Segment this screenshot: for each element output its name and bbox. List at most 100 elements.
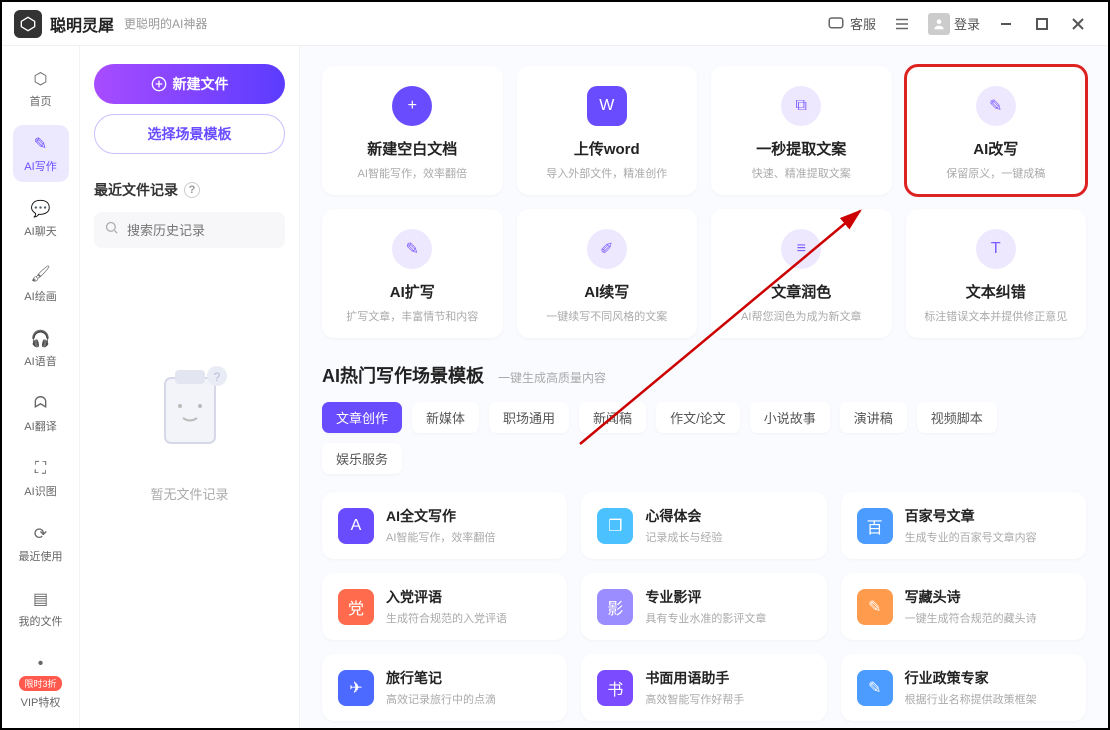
- template-icon: ✎: [857, 589, 893, 625]
- template-icon: 影: [597, 589, 633, 625]
- feature-desc: 保留原义，一键成稿: [946, 165, 1045, 181]
- sidebar-label: VIP特权: [21, 694, 61, 710]
- feature-icon: ⧉: [781, 86, 821, 126]
- sidebar: ⬡首页 ✎ AI写作 💬 AI聊天 🖌AI绘画 🎧 AI语音 ᗣAI翻译 ⛶ AI识图 ⟳ 最近使用 ▤ 我…: [2, 46, 80, 728]
- sidebar-label: 我的文件: [19, 613, 63, 629]
- window-minimize[interactable]: [988, 9, 1024, 39]
- sidebar-icon: ✎: [30, 133, 52, 155]
- new-file-label: 新建文件: [173, 74, 229, 94]
- category-chip[interactable]: 娱乐服务: [322, 443, 402, 474]
- template-icon: ✈: [338, 670, 374, 706]
- template-card[interactable]: ✎ 行业政策专家 根据行业名称提供政策框架: [841, 654, 1086, 721]
- support-button[interactable]: 客服: [818, 10, 884, 38]
- feature-desc: AI帮您润色为成为新文章: [741, 308, 861, 324]
- search-history[interactable]: [94, 212, 285, 248]
- sidebar-item-9[interactable]: •限时3折VIP特权: [13, 645, 69, 718]
- avatar-icon: [928, 13, 950, 35]
- sidebar-icon: 🎧: [30, 328, 52, 350]
- empty-label: 暂无文件记录: [150, 484, 228, 503]
- sidebar-item-8[interactable]: ▤ 我的文件: [13, 580, 69, 637]
- template-card[interactable]: A AI全文写作 AI智能写作，效率翻倍: [322, 492, 567, 559]
- sidebar-icon: ▤: [30, 588, 52, 610]
- sidebar-label: AI聊天: [24, 223, 56, 239]
- sidebar-item-4[interactable]: 🎧 AI语音: [13, 320, 69, 377]
- login-button[interactable]: 登录: [920, 9, 988, 39]
- category-chip[interactable]: 演讲稿: [840, 402, 907, 433]
- help-icon[interactable]: ?: [184, 182, 200, 198]
- template-icon: A: [338, 508, 374, 544]
- window-close[interactable]: [1060, 9, 1096, 39]
- template-card[interactable]: ✎ 写藏头诗 一键生成符合规范的藏头诗: [841, 573, 1086, 640]
- template-card[interactable]: ❐ 心得体会 记录成长与经验: [581, 492, 826, 559]
- sidebar-label: AI语音: [24, 353, 56, 369]
- template-icon: ❐: [597, 508, 633, 544]
- templates-subtitle: 一键生成高质量内容: [498, 369, 606, 386]
- category-chip[interactable]: 小说故事: [750, 402, 830, 433]
- window-maximize[interactable]: [1024, 9, 1060, 39]
- feature-card[interactable]: + 新建空白文档 AI智能写作，效率翻倍: [322, 66, 503, 195]
- category-chip[interactable]: 新媒体: [412, 402, 479, 433]
- feature-title: AI扩写: [390, 281, 435, 302]
- feature-title: AI续写: [584, 281, 629, 302]
- feature-card[interactable]: W 上传word 导入外部文件，精准创作: [517, 66, 698, 195]
- template-title: 旅行笔记: [386, 668, 496, 688]
- category-chip[interactable]: 作文/论文: [656, 402, 740, 433]
- choose-template-button[interactable]: 选择场景模板: [94, 114, 285, 154]
- template-desc: AI智能写作，效率翻倍: [386, 529, 495, 545]
- template-card[interactable]: 党 入党评语 生成符合规范的入党评语: [322, 573, 567, 640]
- search-input[interactable]: [127, 223, 303, 238]
- feature-desc: 标注错误文本并提供修正意见: [924, 308, 1067, 324]
- sidebar-item-3[interactable]: 🖌AI绘画: [13, 255, 69, 312]
- sidebar-icon: 💬: [30, 198, 52, 220]
- feature-title: 上传word: [574, 138, 640, 159]
- sidebar-icon: ⟳: [30, 523, 52, 545]
- sidebar-icon: ⛶: [30, 458, 52, 480]
- template-card[interactable]: ✈ 旅行笔记 高效记录旅行中的点滴: [322, 654, 567, 721]
- app-subtitle: 更聪明的AI神器: [124, 15, 207, 32]
- feature-card[interactable]: ≡ 文章润色 AI帮您润色为成为新文章: [711, 209, 892, 338]
- sidebar-item-2[interactable]: 💬 AI聊天: [13, 190, 69, 247]
- menu-button[interactable]: [884, 10, 920, 38]
- sidebar-label: AI识图: [24, 483, 56, 499]
- sidebar-item-5[interactable]: ᗣAI翻译: [13, 385, 69, 442]
- templates-section-head: AI热门写作场景模板 一键生成高质量内容: [322, 362, 1086, 388]
- category-chip[interactable]: 职场通用: [489, 402, 569, 433]
- sidebar-item-1[interactable]: ✎ AI写作: [13, 125, 69, 182]
- sidebar-label: 最近使用: [19, 548, 63, 564]
- feature-cards-row1: + 新建空白文档 AI智能写作，效率翻倍W 上传word 导入外部文件，精准创作…: [322, 66, 1086, 195]
- template-desc: 根据行业名称提供政策框架: [905, 691, 1037, 707]
- template-desc: 记录成长与经验: [645, 529, 722, 545]
- sidebar-item-7[interactable]: ⟳ 最近使用: [13, 515, 69, 572]
- login-label: 登录: [954, 14, 980, 33]
- feature-desc: AI智能写作，效率翻倍: [358, 165, 467, 181]
- feature-card[interactable]: ✎ AI改写 保留原义，一键成稿: [906, 66, 1087, 195]
- feature-card[interactable]: T 文本纠错 标注错误文本并提供修正意见: [906, 209, 1087, 338]
- feature-title: 文章润色: [771, 281, 831, 302]
- chat-icon: [826, 14, 846, 34]
- template-card[interactable]: 书 书面用语助手 高效智能写作好帮手: [581, 654, 826, 721]
- feature-card[interactable]: ⧉ 一秒提取文案 快速、精准提取文案: [711, 66, 892, 195]
- template-icon: 书: [597, 670, 633, 706]
- category-chip[interactable]: 文章创作: [322, 402, 402, 433]
- template-icon: ✎: [857, 670, 893, 706]
- template-card[interactable]: 百 百家号文章 生成专业的百家号文章内容: [841, 492, 1086, 559]
- sidebar-item-0[interactable]: ⬡首页: [13, 60, 69, 117]
- sidebar-label: AI写作: [24, 158, 56, 174]
- feature-icon: ✐: [587, 229, 627, 269]
- vip-badge: 限时3折: [19, 676, 61, 691]
- templates-title: AI热门写作场景模板: [322, 362, 484, 388]
- feature-card[interactable]: ✎ AI扩写 扩写文章，丰富情节和内容: [322, 209, 503, 338]
- category-chip[interactable]: 视频脚本: [917, 402, 997, 433]
- template-card[interactable]: 影 专业影评 具有专业水准的影评文章: [581, 573, 826, 640]
- feature-card[interactable]: ✐ AI续写 一键续写不同风格的文案: [517, 209, 698, 338]
- sidebar-icon: 🖌: [30, 263, 52, 285]
- template-desc: 高效智能写作好帮手: [645, 691, 744, 707]
- clipboard-icon: ?: [135, 358, 245, 468]
- feature-cards-row2: ✎ AI扩写 扩写文章，丰富情节和内容✐ AI续写 一键续写不同风格的文案≡ 文…: [322, 209, 1086, 338]
- sidebar-item-6[interactable]: ⛶ AI识图: [13, 450, 69, 507]
- category-chip[interactable]: 新闻稿: [579, 402, 646, 433]
- new-file-button[interactable]: 新建文件: [94, 64, 285, 104]
- svg-text:?: ?: [213, 370, 220, 384]
- titlebar: 聪明灵犀 更聪明的AI神器 客服 登录: [2, 2, 1108, 46]
- template-title: 专业影评: [645, 587, 766, 607]
